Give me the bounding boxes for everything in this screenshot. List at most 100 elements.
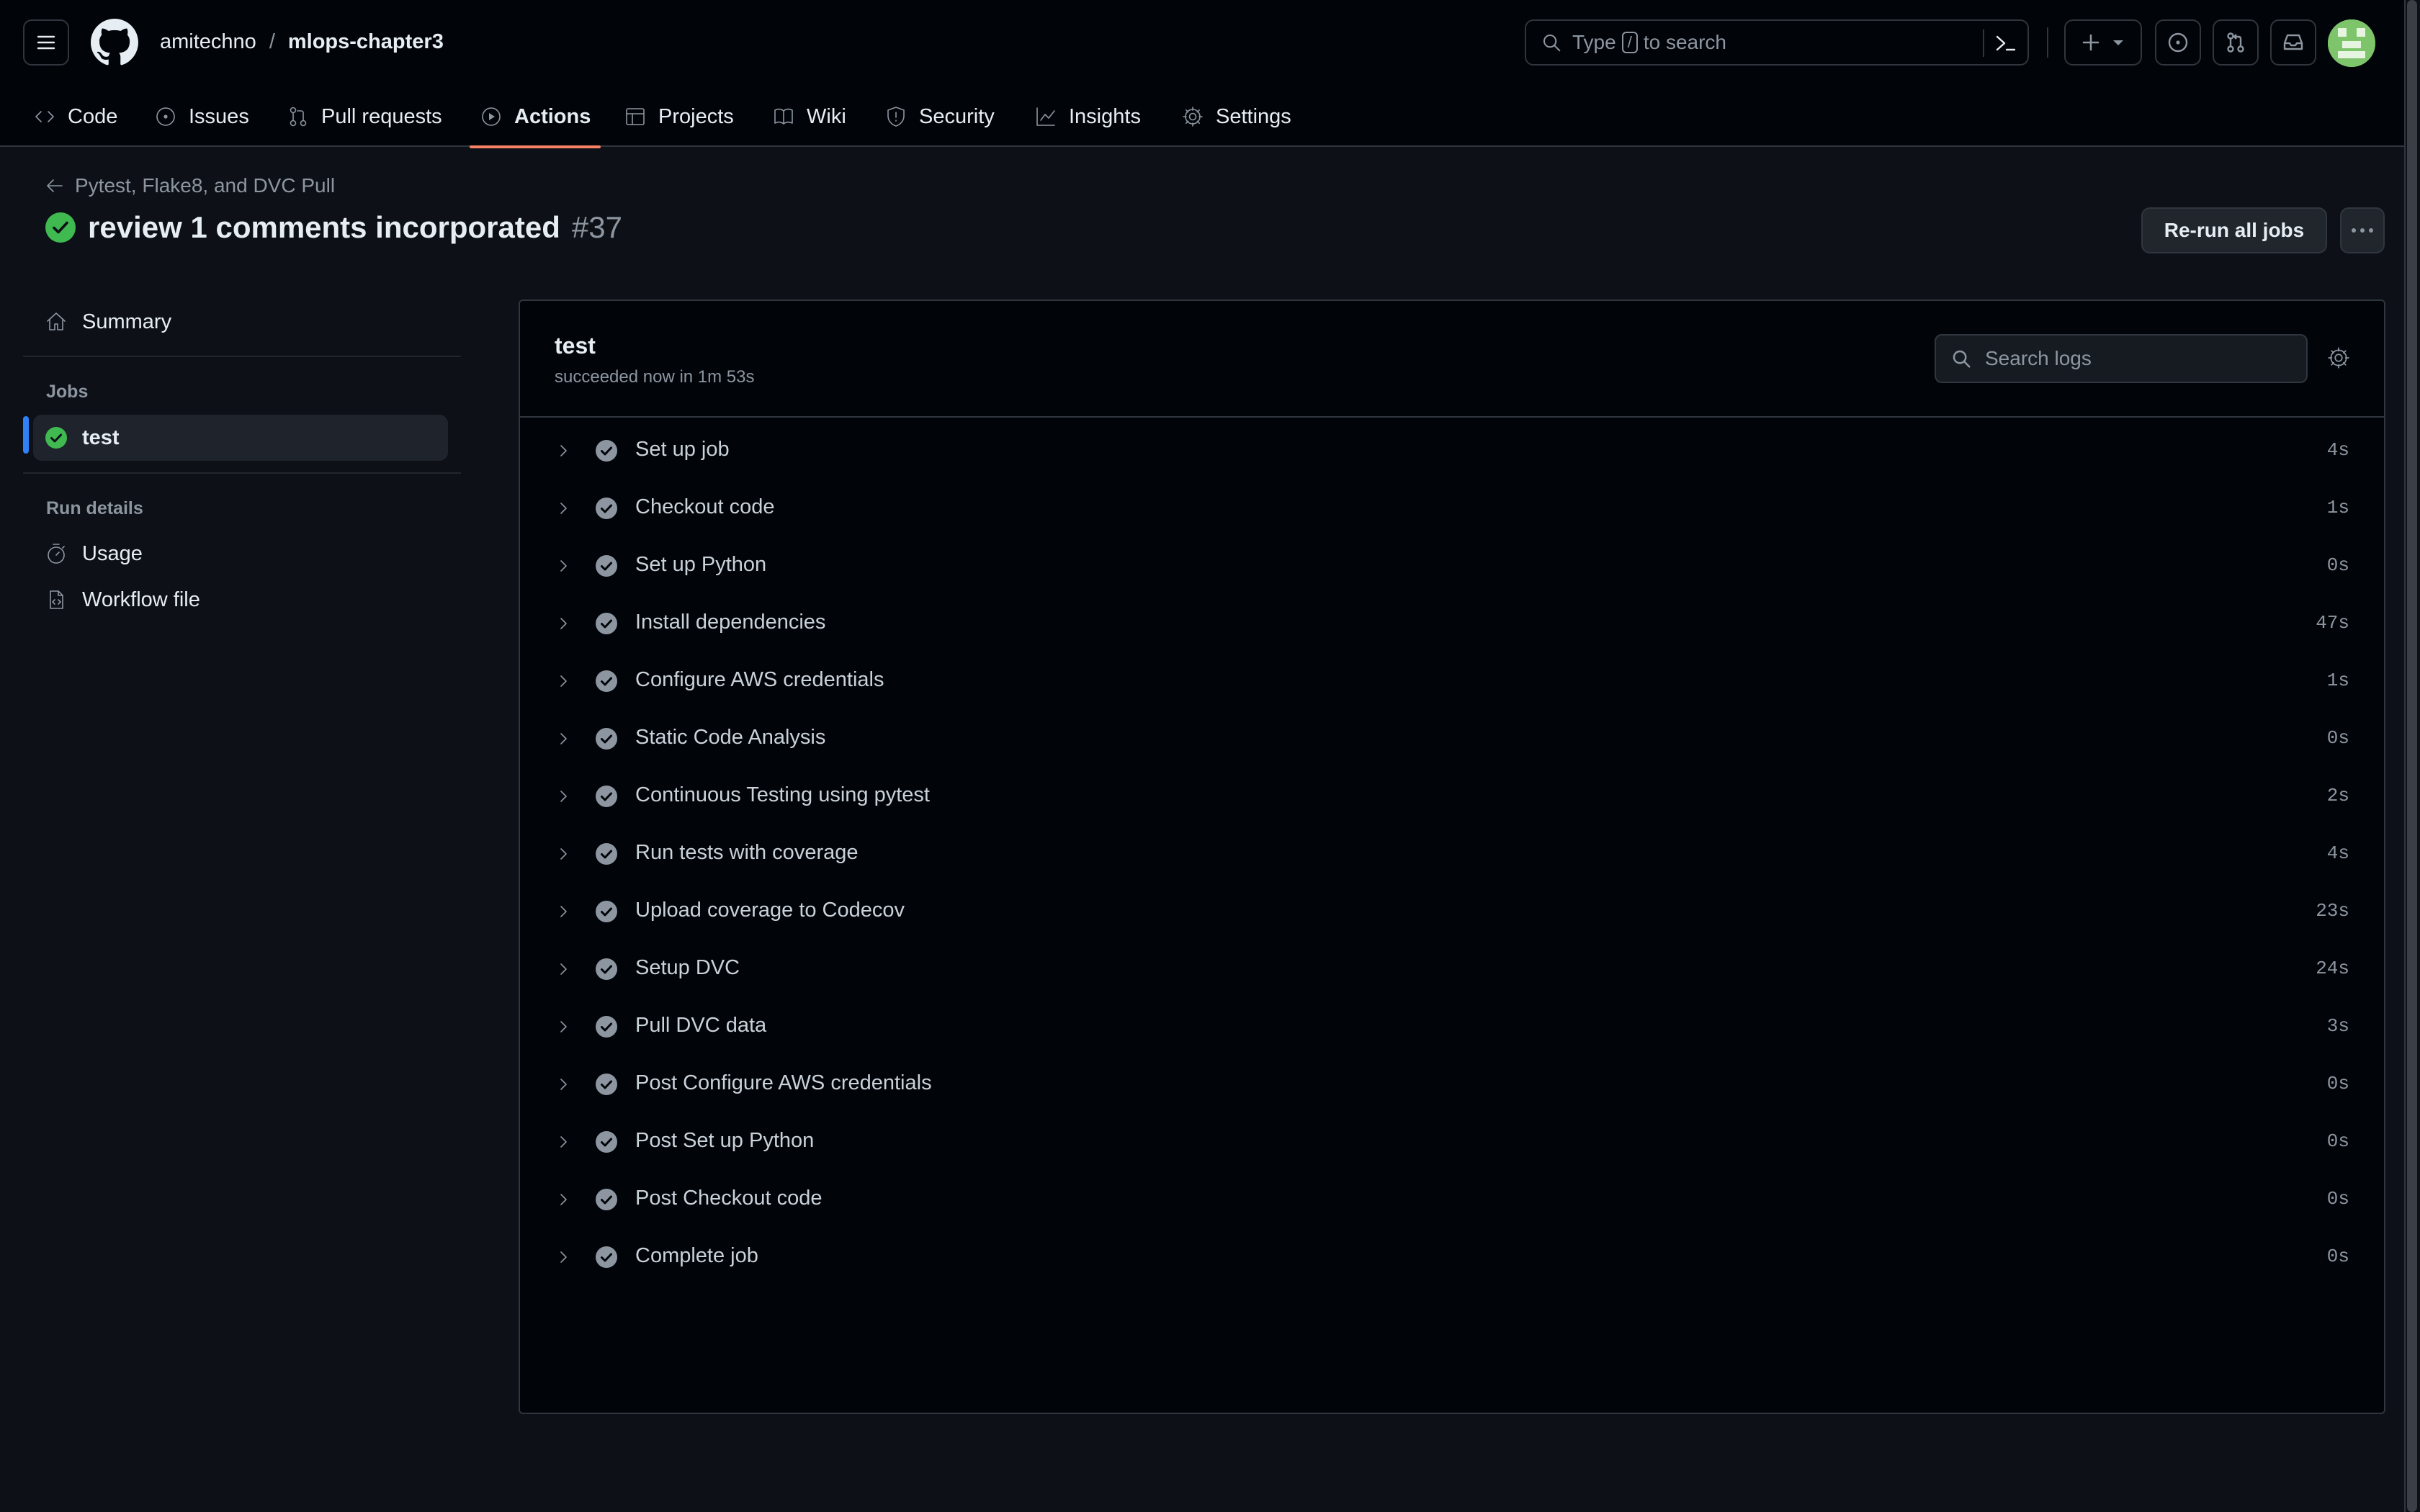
tab-security[interactable]: Security xyxy=(884,86,995,147)
search-logs-placeholder: Search logs xyxy=(1985,347,2092,369)
step-success-icon xyxy=(596,1131,617,1153)
chevron-right-icon[interactable] xyxy=(555,903,572,920)
step-name: Continuous Testing using pytest xyxy=(635,783,930,806)
tab-wiki[interactable]: Wiki xyxy=(772,86,846,147)
step-name: Upload coverage to Codecov xyxy=(635,899,905,922)
tab-code-label: Code xyxy=(68,104,118,128)
chevron-right-icon[interactable] xyxy=(555,788,572,805)
job-step[interactable]: Install dependencies 47s xyxy=(520,595,2384,652)
step-duration: 4s xyxy=(2326,842,2349,864)
github-logo-icon[interactable] xyxy=(91,19,138,66)
job-log-panel: test succeeded now in 1m 53s Search logs… xyxy=(519,300,2385,1414)
step-duration: 0s xyxy=(2326,1188,2349,1210)
job-step[interactable]: Continuous Testing using pytest 2s xyxy=(520,768,2384,825)
job-step[interactable]: Checkout code 1s xyxy=(520,480,2384,537)
step-name: Configure AWS credentials xyxy=(635,668,884,691)
chevron-right-icon[interactable] xyxy=(555,1191,572,1208)
kebab-horizontal-icon xyxy=(2352,228,2373,233)
search-logs-input[interactable]: Search logs xyxy=(1935,334,2308,383)
issues-button[interactable] xyxy=(2155,19,2201,66)
run-details-heading: Run details xyxy=(46,498,143,518)
chevron-right-icon[interactable] xyxy=(555,1133,572,1151)
issue-icon xyxy=(2168,32,2188,53)
sidebar-divider xyxy=(23,356,461,357)
chevron-right-icon[interactable] xyxy=(555,730,572,747)
job-step[interactable]: Post Set up Python 0s xyxy=(520,1113,2384,1171)
chevron-right-icon[interactable] xyxy=(555,615,572,632)
step-name: Post Set up Python xyxy=(635,1129,815,1152)
global-search-input[interactable]: Type / to search xyxy=(1525,19,2029,66)
chevron-right-icon[interactable] xyxy=(555,1248,572,1266)
issue-icon xyxy=(156,107,175,126)
more-options-button[interactable] xyxy=(2340,207,2385,253)
step-name: Static Code Analysis xyxy=(635,726,826,749)
plus-icon xyxy=(2082,34,2099,51)
chevron-right-icon[interactable] xyxy=(555,845,572,863)
job-step[interactable]: Upload coverage to Codecov 23s xyxy=(520,883,2384,940)
file-code-icon xyxy=(50,590,63,609)
job-step[interactable]: Configure AWS credentials 1s xyxy=(520,652,2384,710)
menu-button[interactable] xyxy=(23,19,69,66)
chevron-right-icon[interactable] xyxy=(555,672,572,690)
step-success-icon xyxy=(596,1074,617,1095)
rerun-all-jobs-button[interactable]: Re-run all jobs xyxy=(2141,207,2327,253)
step-success-icon xyxy=(596,670,617,692)
log-settings-button[interactable] xyxy=(2326,346,2351,370)
repo-name-link[interactable]: mlops-chapter3 xyxy=(288,30,444,54)
job-step[interactable]: Pull DVC data 3s xyxy=(520,998,2384,1056)
job-step[interactable]: Setup DVC 24s xyxy=(520,940,2384,998)
command-palette-button[interactable] xyxy=(1994,32,2017,54)
sidebar-item-job-test[interactable]: test xyxy=(33,415,448,461)
job-header: test succeeded now in 1m 53s Search logs xyxy=(520,301,2384,418)
step-duration: 0s xyxy=(2326,727,2349,749)
sidebar-item-summary[interactable]: Summary xyxy=(33,299,448,345)
create-new-button[interactable] xyxy=(2064,19,2142,66)
job-step[interactable]: Post Configure AWS credentials 0s xyxy=(520,1056,2384,1113)
sidebar-divider xyxy=(23,472,461,474)
job-step[interactable]: Set up Python 0s xyxy=(520,537,2384,595)
tab-actions-label: Actions xyxy=(514,104,591,128)
chevron-right-icon[interactable] xyxy=(555,1018,572,1035)
run-number: #37 xyxy=(571,210,622,244)
step-success-icon xyxy=(596,728,617,750)
chevron-right-icon[interactable] xyxy=(555,557,572,575)
chevron-right-icon[interactable] xyxy=(555,442,572,459)
tab-actions[interactable]: Actions xyxy=(469,86,601,148)
tab-pull-requests[interactable]: Pull requests xyxy=(287,86,442,147)
step-duration: 24s xyxy=(2316,958,2349,979)
chevron-right-icon[interactable] xyxy=(555,500,572,517)
sidebar-item-workflow-file[interactable]: Workflow file xyxy=(33,577,448,623)
tab-projects-label: Projects xyxy=(658,104,734,128)
job-step[interactable]: Static Code Analysis 0s xyxy=(520,710,2384,768)
chevron-right-icon[interactable] xyxy=(555,1076,572,1093)
pull-requests-button[interactable] xyxy=(2213,19,2259,66)
job-step[interactable]: Complete job 0s xyxy=(520,1228,2384,1286)
stopwatch-icon xyxy=(48,544,65,564)
tab-projects[interactable]: Projects xyxy=(624,86,734,147)
job-step[interactable]: Post Checkout code 0s xyxy=(520,1171,2384,1228)
search-icon xyxy=(1953,350,1971,368)
page-scrollbar-thumb[interactable] xyxy=(2407,0,2417,1512)
pull-request-icon xyxy=(290,107,307,127)
step-name: Post Checkout code xyxy=(635,1187,823,1210)
step-success-icon xyxy=(596,786,617,807)
sidebar-item-job-label: test xyxy=(82,426,120,449)
repo-owner-link[interactable]: amitechno xyxy=(160,30,256,54)
workflow-back-link[interactable]: Pytest, Flake8, and DVC Pull xyxy=(45,174,335,197)
step-duration: 4s xyxy=(2326,439,2349,461)
tab-settings[interactable]: Settings xyxy=(1181,86,1291,147)
job-status-text: succeeded now in 1m 53s xyxy=(555,367,755,387)
global-header: amitechno / mlops-chapter3 Type / to sea… xyxy=(0,0,2420,148)
inbox-button[interactable] xyxy=(2270,19,2316,66)
job-step[interactable]: Run tests with coverage 4s xyxy=(520,825,2384,883)
job-step[interactable]: Set up job 4s xyxy=(520,422,2384,480)
sidebar-item-usage[interactable]: Usage xyxy=(33,531,448,577)
tab-issues[interactable]: Issues xyxy=(154,86,249,147)
shield-icon xyxy=(887,107,905,127)
chevron-right-icon[interactable] xyxy=(555,960,572,978)
path-separator: / xyxy=(269,30,275,53)
tab-code[interactable]: Code xyxy=(33,86,117,147)
tab-insights[interactable]: Insights xyxy=(1034,86,1141,147)
user-avatar[interactable] xyxy=(2328,19,2375,67)
graph-icon xyxy=(1036,107,1055,126)
